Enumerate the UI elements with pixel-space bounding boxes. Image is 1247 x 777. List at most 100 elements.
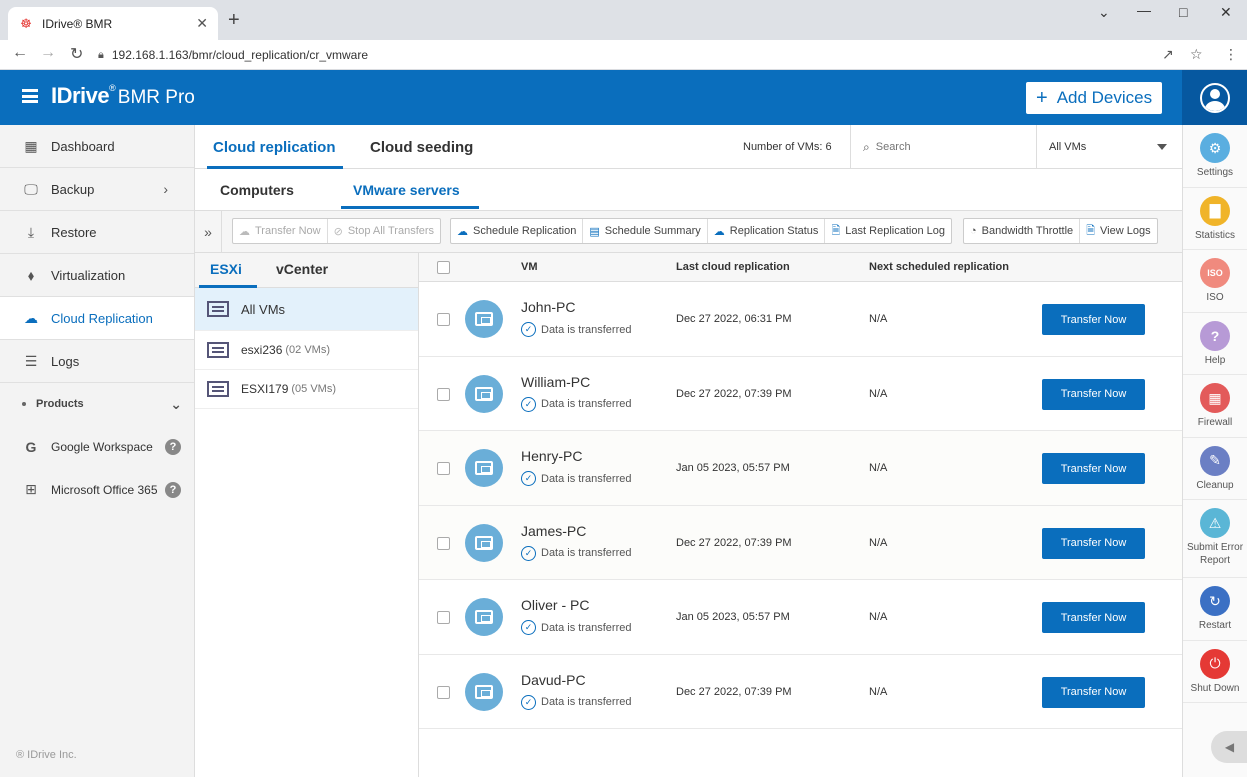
cloud-icon: ☁︎: [24, 309, 38, 326]
cloud-upload-icon: ☁︎: [239, 225, 250, 238]
products-section-header[interactable]: Products ⌄: [0, 383, 194, 425]
menu-dots-icon[interactable]: ⋮: [1224, 46, 1238, 63]
browser-tab[interactable]: ☸ IDrive® BMR ✕: [8, 7, 218, 40]
transfer-now-button[interactable]: Transfer Now: [1042, 527, 1145, 559]
tab-vmware-servers[interactable]: VMware servers: [353, 182, 460, 198]
vm-status: ✓ Data is transferred: [521, 545, 631, 561]
row-checkbox[interactable]: [437, 685, 450, 699]
layers-icon: ⬧: [27, 266, 35, 283]
vm-name: Oliver - PC: [521, 597, 590, 613]
restart-button[interactable]: ↻ Restart: [1183, 578, 1247, 641]
close-tab-icon[interactable]: ✕: [196, 15, 208, 32]
server-item-esxi179[interactable]: ESXI179 (05 VMs): [195, 370, 418, 409]
share-icon[interactable]: ↗: [1162, 46, 1174, 63]
row-checkbox[interactable]: [437, 387, 450, 401]
server-item-esxi236[interactable]: esxi236 (02 VMs): [195, 331, 418, 370]
search-input[interactable]: [875, 141, 1026, 153]
new-tab-icon[interactable]: +: [228, 9, 240, 32]
last-replication-log-button[interactable]: 🗎︎ Last Replication Log: [825, 219, 951, 243]
check-circle-icon: ✓: [521, 396, 536, 412]
submit-error-report-button[interactable]: ⚠︎ Submit Error Report: [1183, 500, 1247, 578]
sidebar-item-backup[interactable]: 🖵︎ Backup ›: [0, 168, 194, 211]
add-devices-button[interactable]: + Add Devices: [1026, 82, 1162, 114]
stop-all-transfers-button[interactable]: ⊘ Stop All Transfers: [328, 219, 440, 243]
row-checkbox[interactable]: [437, 536, 450, 550]
close-window-icon[interactable]: ✕: [1220, 4, 1232, 21]
collapse-panel-icon[interactable]: ◀: [1211, 731, 1247, 763]
vm-count: Number of VMs: 6: [743, 141, 832, 153]
sidebar-item-logs[interactable]: ☰ Logs: [0, 340, 194, 383]
hamburger-menu-icon[interactable]: [22, 89, 38, 103]
warning-icon: ⚠︎: [1200, 508, 1230, 538]
chevron-down-icon: ⌄: [170, 395, 182, 412]
iso-button[interactable]: ISO ISO: [1183, 250, 1247, 313]
help-button[interactable]: ? Help: [1183, 313, 1247, 375]
schedule-summary-button[interactable]: ▤ Schedule Summary: [583, 219, 708, 243]
table-header: VM Last cloud replication Next scheduled…: [419, 253, 1182, 282]
transfer-now-button[interactable]: Transfer Now: [1042, 304, 1145, 335]
chevron-right-icon: ›: [163, 181, 168, 197]
back-icon[interactable]: ←: [12, 44, 28, 62]
expand-panel-icon[interactable]: »: [195, 211, 222, 253]
transfer-now-button[interactable]: Transfer Now: [1042, 602, 1145, 633]
sidebar-item-cloud-replication[interactable]: ☁︎ Cloud Replication: [0, 297, 194, 340]
maximize-icon[interactable]: □: [1179, 4, 1187, 20]
server-item-all-vms[interactable]: All VMs: [195, 288, 418, 331]
vm-table: VM Last cloud replication Next scheduled…: [419, 253, 1182, 777]
logs-icon: ☰: [24, 352, 38, 369]
transfer-now-button[interactable]: Transfer Now: [1042, 378, 1145, 410]
column-header-next-replication: Next scheduled replication: [869, 261, 1009, 273]
tab-esxi[interactable]: ESXi: [210, 261, 242, 277]
sidebar-item-restore[interactable]: ⤓ Restore: [0, 211, 194, 254]
gauge-icon: ◔: [970, 225, 977, 237]
view-logs-button[interactable]: 🗎︎ View Logs: [1080, 219, 1156, 243]
forward-icon[interactable]: →: [40, 44, 56, 62]
row-checkbox[interactable]: [437, 611, 450, 624]
last-replication-time: Dec 27 2022, 07:39 PM: [676, 685, 792, 698]
last-replication-time: Jan 05 2023, 05:57 PM: [676, 462, 790, 474]
chevron-down-icon[interactable]: ⌄: [1098, 4, 1110, 21]
help-icon[interactable]: ?: [165, 438, 181, 455]
tab-computers[interactable]: Computers: [220, 182, 294, 198]
sidebar-item-dashboard[interactable]: ▦ Dashboard: [0, 125, 194, 168]
replication-status-button[interactable]: ☁︎ Replication Status: [708, 219, 826, 243]
vm-icon: [465, 449, 503, 487]
transfer-button-group: ☁︎ Transfer Now ⊘ Stop All Transfers: [232, 218, 442, 244]
restart-icon: ↻: [1200, 586, 1230, 616]
firewall-button[interactable]: ▦ Firewall: [1183, 375, 1247, 438]
last-replication-time: Dec 27 2022, 07:39 PM: [676, 387, 792, 400]
select-all-checkbox[interactable]: [437, 260, 450, 274]
avatar-icon: [1199, 82, 1230, 113]
statistics-button[interactable]: ▇ Statistics: [1183, 188, 1247, 250]
star-icon[interactable]: ☆: [1190, 46, 1203, 63]
tab-cloud-replication[interactable]: Cloud replication: [213, 139, 336, 156]
transfer-now-toolbar-button[interactable]: ☁︎ Transfer Now: [233, 219, 328, 243]
vm-filter-select[interactable]: All VMs: [1038, 125, 1181, 169]
vm-name: John-PC: [521, 299, 576, 315]
bandwidth-throttle-button[interactable]: ◔ Bandwidth Throttle: [964, 219, 1081, 243]
help-icon[interactable]: ?: [165, 481, 181, 498]
settings-button[interactable]: ⚙︎ Settings: [1183, 125, 1247, 188]
cleanup-button[interactable]: ✎ Cleanup: [1183, 438, 1247, 500]
search-box[interactable]: ⌕: [850, 125, 1037, 169]
minimize-icon[interactable]: —: [1137, 2, 1151, 18]
tab-vcenter[interactable]: vCenter: [276, 261, 328, 277]
url-field[interactable]: 🔒︎ 192.168.1.163/bmr/cloud_replication/c…: [98, 43, 1218, 67]
tab-cloud-seeding[interactable]: Cloud seeding: [370, 139, 473, 156]
reload-icon[interactable]: ↻: [70, 44, 83, 64]
row-checkbox[interactable]: [437, 313, 450, 326]
sidebar-item-google-workspace[interactable]: G Google Workspace ?: [0, 425, 194, 468]
app-header: IDrive® BMR Pro + Add Devices: [0, 70, 1247, 125]
shut-down-button[interactable]: ⏻ Shut Down: [1183, 641, 1247, 703]
user-account-button[interactable]: [1182, 70, 1247, 125]
sidebar-item-microsoft-office-365[interactable]: ⊞ Microsoft Office 365 ?: [0, 468, 194, 511]
address-bar: ← → ↻ 🔒︎ 192.168.1.163/bmr/cloud_replica…: [0, 40, 1247, 70]
vm-name: Davud-PC: [521, 671, 586, 688]
transfer-now-button[interactable]: Transfer Now: [1042, 453, 1145, 484]
row-checkbox[interactable]: [437, 462, 450, 475]
active-subtab-indicator: [341, 206, 479, 209]
sub-tabs: Computers VMware servers: [195, 169, 1182, 211]
transfer-now-button[interactable]: Transfer Now: [1042, 676, 1145, 708]
sidebar-item-virtualization[interactable]: ⬧ Virtualization: [0, 254, 194, 297]
schedule-replication-button[interactable]: ☁︎ Schedule Replication: [451, 219, 584, 243]
